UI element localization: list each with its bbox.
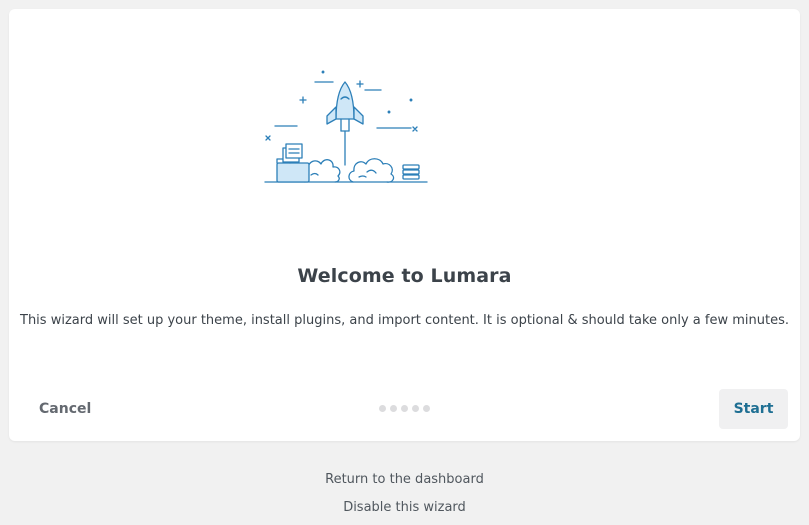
step-dot-1 <box>379 405 386 412</box>
step-progress-dots <box>379 405 430 412</box>
step-dot-2 <box>390 405 397 412</box>
rocket-launch-illustration <box>264 70 428 183</box>
wizard-title: Welcome to Lumara <box>297 265 512 287</box>
start-button[interactable]: Start <box>719 389 788 429</box>
step-dot-5 <box>423 405 430 412</box>
wizard-description: This wizard will set up your theme, inst… <box>20 313 789 328</box>
disable-wizard-link[interactable]: Disable this wizard <box>0 500 809 515</box>
wizard-card: Welcome to Lumara This wizard will set u… <box>9 9 800 441</box>
return-to-dashboard-link[interactable]: Return to the dashboard <box>0 472 809 487</box>
step-dot-3 <box>401 405 408 412</box>
cancel-button[interactable]: Cancel <box>27 392 103 426</box>
step-dot-4 <box>412 405 419 412</box>
